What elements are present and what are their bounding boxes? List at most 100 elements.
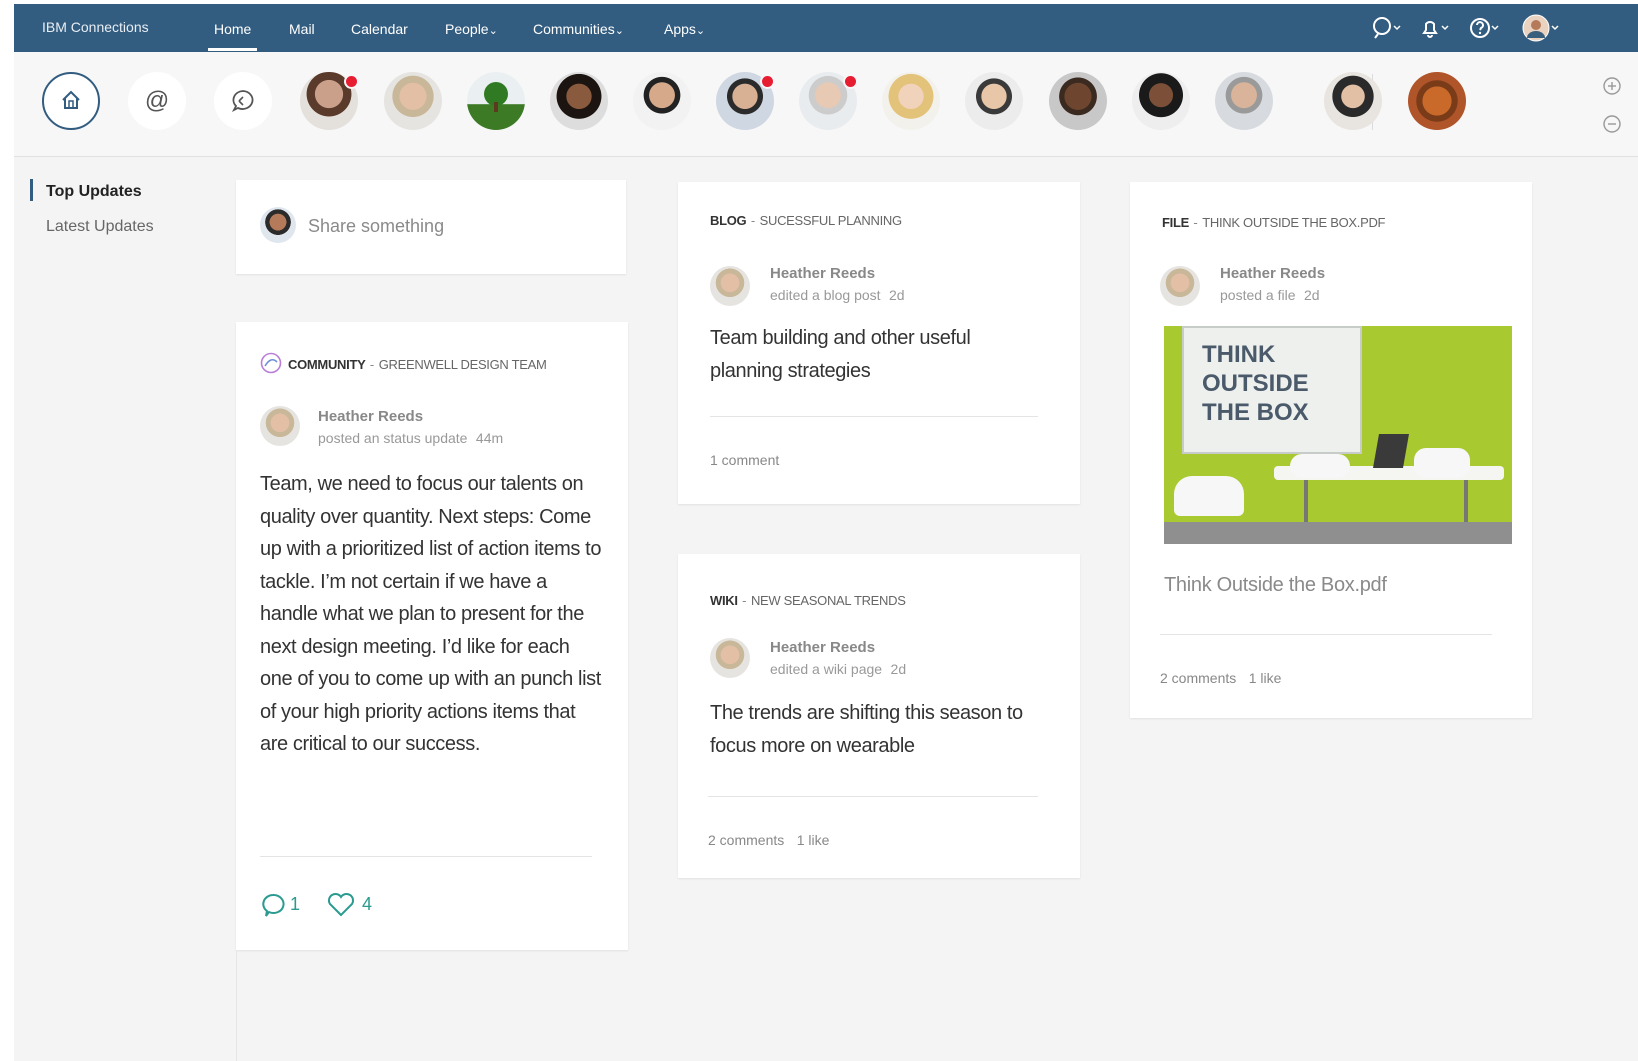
author-name[interactable]: Heather Reeds [770, 639, 875, 656]
nav-communities-label: Communities [533, 21, 615, 37]
post-time: 44m [475, 430, 504, 446]
floor [1164, 522, 1512, 544]
like-count[interactable]: 1 like [797, 832, 830, 848]
person-avatar[interactable] [965, 72, 1023, 130]
meta-separator: - [750, 213, 756, 228]
file-preview-image[interactable]: THINK OUTSIDE THE BOX [1164, 326, 1512, 544]
post-body: Team, we need to focus our talents on qu… [260, 473, 602, 755]
share-input[interactable]: Share something [308, 216, 444, 237]
comment-icon[interactable] [260, 892, 286, 918]
wiki-update-card: WIKI - NEW SEASONAL TRENDS Heather Reeds… [678, 554, 1080, 878]
nav-calendar[interactable]: Calendar [351, 21, 408, 37]
person-avatar[interactable] [550, 72, 608, 130]
post-time: 2d [888, 287, 905, 303]
user-menu-button[interactable] [1522, 14, 1559, 42]
nav-apps-label: Apps [664, 21, 696, 37]
card-type: BLOG [710, 213, 747, 228]
author-avatar[interactable] [1160, 266, 1200, 306]
share-card: Share something [236, 180, 626, 274]
nav-apps[interactable]: Apps⌄ [664, 21, 705, 37]
chevron-down-icon: ⌄ [488, 25, 498, 37]
home-shortcut[interactable] [42, 72, 100, 130]
avatar [260, 207, 296, 243]
search-button[interactable] [1370, 14, 1406, 42]
notification-dot [843, 74, 858, 89]
whiteboard-text: THINK OUTSIDE THE BOX [1202, 340, 1309, 427]
person-avatar[interactable] [1132, 72, 1190, 130]
card-meta: BLOG - SUCESSFUL PLANNING [710, 212, 902, 230]
app-frame: IBM Connections Home Mail Calendar Peopl… [14, 4, 1638, 1061]
nav-home[interactable]: Home [207, 21, 258, 51]
person-avatar[interactable] [1215, 72, 1273, 130]
leftnav-latest-updates[interactable]: Latest Updates [46, 218, 154, 236]
file-name-meta[interactable]: THINK OUTSIDE THE BOX.PDF [1202, 215, 1385, 230]
person-avatar[interactable] [384, 72, 442, 130]
chat-bubble-icon [231, 90, 254, 113]
author-avatar[interactable] [710, 266, 750, 306]
at-mention-icon: @ [144, 87, 170, 114]
wiki-name[interactable]: NEW SEASONAL TRENDS [751, 593, 906, 608]
author-avatar[interactable] [260, 406, 300, 446]
person-avatar[interactable] [633, 72, 691, 130]
leftnav-top-updates[interactable]: Top Updates [46, 183, 142, 201]
community-icon [260, 352, 282, 374]
divider [710, 416, 1038, 417]
comment-count[interactable]: 1 [290, 894, 300, 915]
person-avatar[interactable] [1324, 72, 1382, 130]
divider [260, 856, 592, 857]
file-update-card: FILE - THINK OUTSIDE THE BOX.PDF Heather… [1130, 182, 1532, 718]
person-avatar[interactable] [1049, 72, 1107, 130]
author-name[interactable]: Heather Reeds [770, 265, 875, 282]
comment-count[interactable]: 2 comments [1160, 670, 1236, 686]
post-activity: posted an status update 44m [318, 430, 503, 448]
notification-dot [760, 74, 775, 89]
author-name[interactable]: Heather Reeds [1220, 265, 1325, 282]
bell-icon [1422, 21, 1449, 38]
comment-count[interactable]: 1 comment [710, 452, 779, 468]
person-avatar[interactable] [882, 72, 940, 130]
nav-people[interactable]: People⌄ [445, 21, 498, 37]
divider [708, 796, 1038, 797]
chevron-down-icon: ⌄ [614, 25, 624, 37]
meta-separator: - [369, 357, 375, 372]
notifications-button[interactable] [1418, 14, 1454, 42]
nav-calendar-label: Calendar [351, 21, 408, 37]
chair [1414, 448, 1470, 478]
comment-count[interactable]: 2 comments [708, 832, 784, 848]
like-count[interactable]: 1 like [1249, 670, 1282, 686]
card-type: FILE [1162, 215, 1189, 230]
nav-communities[interactable]: Communities⌄ [533, 21, 624, 37]
mentions-shortcut[interactable]: @ [128, 72, 186, 130]
post-activity: edited a wiki page 2d [770, 661, 906, 679]
author-name[interactable]: Heather Reeds [318, 408, 423, 425]
post-action: posted an status update [318, 430, 468, 446]
like-count[interactable]: 4 [362, 894, 372, 915]
app-title[interactable]: IBM Connections [42, 19, 149, 35]
card-type: WIKI [710, 593, 738, 608]
help-button[interactable] [1468, 14, 1504, 42]
post-title[interactable]: Team building and other useful planning … [710, 322, 1030, 387]
author-avatar[interactable] [710, 638, 750, 678]
nav-mail-label: Mail [289, 21, 315, 37]
post-action: edited a wiki page [770, 661, 883, 677]
community-name[interactable]: GREENWELL DESIGN TEAM [379, 357, 547, 372]
nav-people-label: People [445, 21, 489, 37]
chat-shortcut[interactable] [214, 72, 272, 130]
post-time: 2d [890, 661, 907, 677]
help-icon [1470, 18, 1499, 38]
card-meta: COMMUNITY - GREENWELL DESIGN TEAM [288, 356, 547, 374]
post-title[interactable]: The trends are shifting this season to f… [710, 697, 1055, 762]
file-name-link[interactable]: Think Outside the Box.pdf [1164, 574, 1387, 597]
blog-name[interactable]: SUCESSFUL PLANNING [760, 213, 903, 228]
post-time: 2d [1303, 287, 1320, 303]
community-avatar[interactable] [1408, 72, 1466, 130]
heart-icon[interactable] [326, 891, 356, 919]
notification-dot [344, 74, 359, 89]
laptop [1373, 434, 1409, 468]
tree-icon [484, 82, 508, 112]
tree-avatar[interactable] [467, 72, 525, 130]
nav-mail[interactable]: Mail [289, 21, 315, 37]
zoom-out-icon[interactable] [1602, 114, 1622, 134]
zoom-in-icon[interactable] [1602, 76, 1622, 96]
active-indicator [30, 179, 33, 201]
